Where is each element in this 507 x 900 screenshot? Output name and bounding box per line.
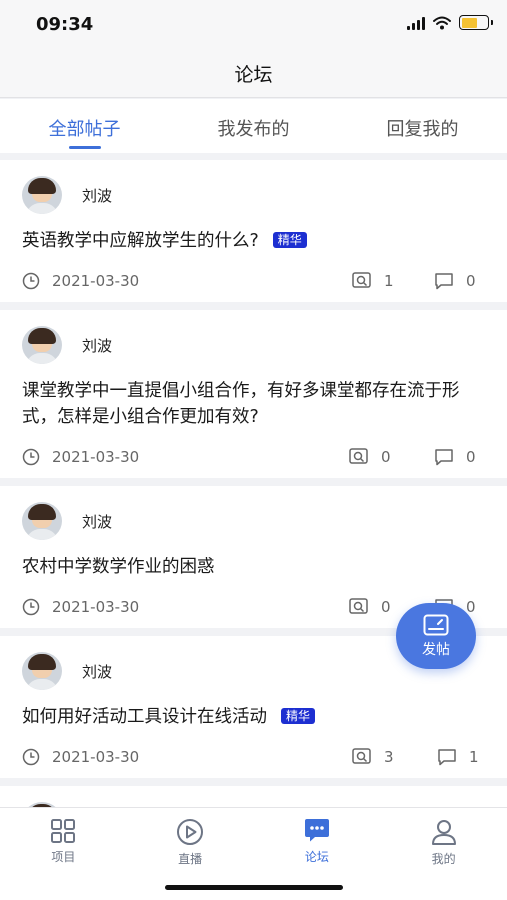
tabbar-label: 我的 xyxy=(431,852,456,866)
comment-icon xyxy=(435,273,453,290)
reply-count: 0 xyxy=(434,448,476,466)
tab-bar: 全部帖子 我发布的 回复我的 xyxy=(0,99,507,153)
post-title: 英语教学中应解放学生的什么? 精华 xyxy=(22,228,485,254)
post-feed[interactable]: 刘波 英语教学中应解放学生的什么? 精华 2021-03-30 1 0 刘波 课堂… xyxy=(0,160,507,807)
replies-text: 1 xyxy=(469,748,479,766)
replies-text: 0 xyxy=(466,272,476,290)
tabbar-label: 项目 xyxy=(51,850,76,864)
status-bar: 09:34 xyxy=(0,0,507,50)
clock-icon xyxy=(22,448,40,466)
post-title-text: 课堂教学中一直提倡小组合作，有好多课堂都存在流于形式，怎样是小组合作更加有效? xyxy=(22,381,460,427)
new-post-label: 发帖 xyxy=(422,641,450,658)
post-title-text: 农村中学数学作业的困惑 xyxy=(22,557,215,577)
post-card[interactable]: 刘波 课堂教学中一直提倡小组合作，有好多课堂都存在流于形式，怎样是小组合作更加有… xyxy=(0,310,507,478)
post-card[interactable]: 刘波 英语教学中应解放学生的什么? 精华 2021-03-30 1 0 xyxy=(0,160,507,302)
clock-icon xyxy=(22,598,40,616)
tabbar-item-live[interactable]: 直播 xyxy=(127,808,254,868)
signal-icon xyxy=(407,16,425,30)
nav-bar: 论坛 xyxy=(0,50,507,98)
wifi-icon xyxy=(433,16,451,29)
featured-badge: 精华 xyxy=(281,708,316,724)
author-name: 刘波 xyxy=(82,336,113,355)
page-title: 论坛 xyxy=(234,64,273,86)
comment-icon xyxy=(438,749,456,766)
post-date: 2021-03-30 xyxy=(22,598,139,616)
avatar xyxy=(22,176,62,214)
forum-icon xyxy=(304,819,329,842)
tabbar-item-projects[interactable]: 项目 xyxy=(0,808,127,868)
comment-icon xyxy=(435,449,453,466)
views-icon xyxy=(352,272,371,288)
tab-my-posts[interactable]: 我发布的 xyxy=(169,99,338,153)
featured-badge: 精华 xyxy=(272,232,307,248)
avatar xyxy=(22,326,62,364)
post-title: 课堂教学中一直提倡小组合作，有好多课堂都存在流于形式，怎样是小组合作更加有效? xyxy=(22,378,485,430)
date-text: 2021-03-30 xyxy=(52,448,140,466)
tabbar-item-me[interactable]: 我的 xyxy=(380,808,507,868)
reply-count: 1 xyxy=(437,748,479,766)
views-icon xyxy=(349,598,368,614)
tabbar-item-forum[interactable]: 论坛 xyxy=(254,808,381,868)
grid-icon xyxy=(51,819,76,843)
post-title-text: 如何用好活动工具设计在线活动 xyxy=(22,707,267,727)
views-icon xyxy=(349,448,368,464)
view-count: 0 xyxy=(349,598,391,616)
post-title-text: 英语教学中应解放学生的什么? xyxy=(22,231,259,251)
edit-icon xyxy=(423,614,449,635)
post-date: 2021-03-30 xyxy=(22,272,139,290)
date-text: 2021-03-30 xyxy=(52,748,140,766)
post-title: 农村中学数学作业的困惑 xyxy=(22,554,485,580)
author-name: 刘波 xyxy=(82,186,113,205)
reply-count: 0 xyxy=(434,272,476,290)
avatar xyxy=(22,652,62,690)
battery-icon xyxy=(459,15,493,30)
author-name: 刘波 xyxy=(82,512,113,531)
status-icons xyxy=(407,15,493,30)
post-date: 2021-03-30 xyxy=(22,748,139,766)
tabbar-label: 直播 xyxy=(178,852,203,866)
view-count: 3 xyxy=(352,748,394,766)
date-text: 2021-03-30 xyxy=(52,598,140,616)
view-count: 1 xyxy=(352,272,394,290)
views-icon xyxy=(352,748,371,764)
play-icon xyxy=(177,819,204,845)
clock-icon xyxy=(22,272,40,290)
view-count: 0 xyxy=(349,448,391,466)
views-text: 3 xyxy=(384,748,394,766)
tab-replies-to-me[interactable]: 回复我的 xyxy=(338,99,507,153)
user-icon xyxy=(431,820,456,845)
views-text: 1 xyxy=(384,272,394,290)
post-title: 如何用好活动工具设计在线活动 精华 xyxy=(22,704,485,730)
avatar xyxy=(22,502,62,540)
post-card[interactable] xyxy=(0,786,507,807)
bottom-tab-bar: 项目 直播 论坛 我的 xyxy=(0,807,507,900)
replies-text: 0 xyxy=(466,448,476,466)
tab-all-posts[interactable]: 全部帖子 xyxy=(0,99,169,153)
views-text: 0 xyxy=(381,448,391,466)
tabbar-label: 论坛 xyxy=(304,850,329,864)
home-indicator[interactable] xyxy=(165,885,343,890)
date-text: 2021-03-30 xyxy=(52,272,140,290)
views-text: 0 xyxy=(381,598,391,616)
author-name: 刘波 xyxy=(82,662,113,681)
post-date: 2021-03-30 xyxy=(22,448,139,466)
clock-icon xyxy=(22,748,40,766)
status-time: 09:34 xyxy=(36,14,94,35)
new-post-button[interactable]: 发帖 xyxy=(396,603,476,669)
